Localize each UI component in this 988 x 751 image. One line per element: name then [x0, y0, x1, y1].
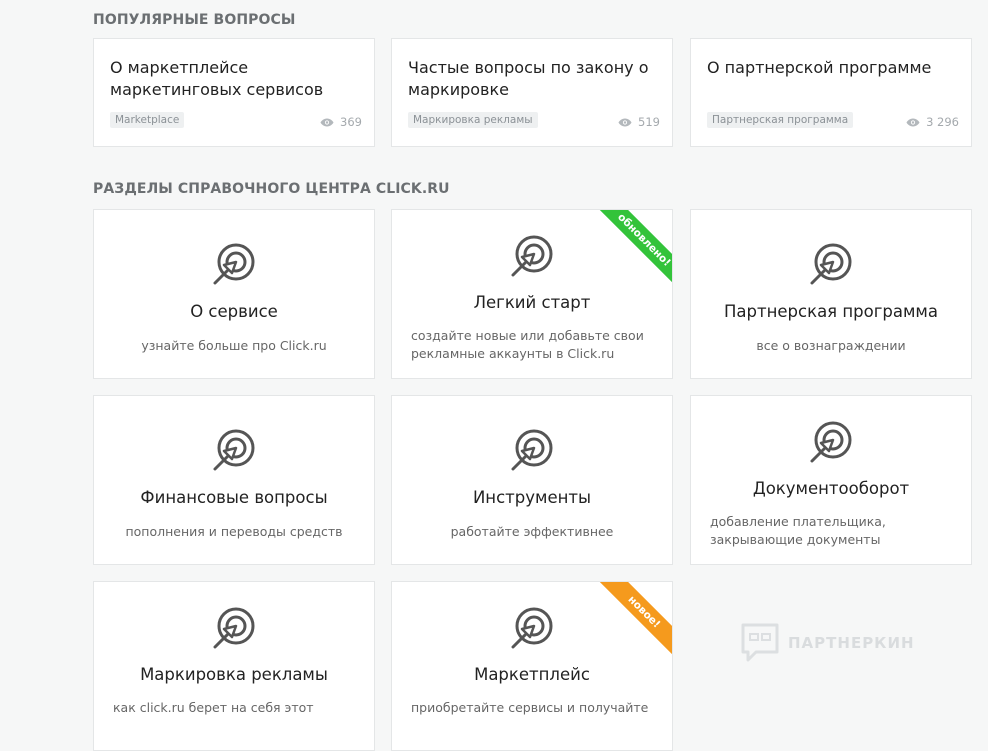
section-desc: приобретайте сервисы и получайте — [411, 700, 649, 715]
section-title: Инструменты — [472, 488, 592, 507]
target-cursor-icon — [511, 429, 553, 471]
section-desc: как click.ru берет на себя этот — [113, 700, 314, 715]
section-desc: создайте новые или добавьте свои рекламн… — [411, 328, 644, 361]
target-cursor-icon — [511, 607, 553, 649]
section-desc: работайте эффективнее — [450, 524, 614, 539]
question-tag[interactable]: Marketplace — [110, 112, 185, 128]
view-count-value: 369 — [340, 115, 362, 129]
sections-heading: РАЗДЕЛЫ СПРАВОЧНОГО ЦЕНТРА CLICK.RU — [93, 181, 450, 197]
target-cursor-icon — [810, 421, 852, 463]
target-cursor-icon — [213, 429, 255, 471]
target-cursor-icon — [213, 607, 255, 649]
new-ribbon: новое! — [594, 582, 672, 662]
section-card-marketplace[interactable]: Маркетплейс приобретайте сервисы и получ… — [391, 581, 673, 751]
section-title: Маркетплейс — [474, 665, 590, 684]
section-title: Партнерская программа — [724, 302, 938, 321]
section-title: О сервисе — [190, 302, 278, 321]
section-card-partner-program[interactable]: Партнерская программа все о вознагражден… — [690, 209, 972, 379]
target-cursor-icon — [511, 235, 553, 277]
section-title: Легкий старт — [473, 293, 591, 312]
section-card-tools[interactable]: Инструменты работайте эффективнее — [391, 395, 673, 565]
eye-icon — [320, 118, 334, 126]
section-card-documents[interactable]: Документооборот добавление плательщика, … — [690, 395, 972, 565]
question-title[interactable]: О маркетплейсе маркетинговых сервисов — [110, 57, 358, 101]
section-card-ad-marking[interactable]: Маркировка рекламы как click.ru берет на… — [93, 581, 375, 751]
view-count: 519 — [618, 115, 660, 129]
section-desc: узнайте больше про Click.ru — [141, 338, 327, 353]
question-tag[interactable]: Партнерская программа — [707, 112, 854, 128]
section-desc: добавление плательщика, закрывающие доку… — [710, 514, 886, 547]
section-title: Финансовые вопросы — [140, 488, 328, 507]
popular-question-card[interactable]: Частые вопросы по закону о маркировке Ма… — [391, 38, 673, 147]
view-count: 369 — [320, 115, 362, 129]
popular-questions-heading: ПОПУЛЯРНЫЕ ВОПРОСЫ — [93, 12, 296, 28]
view-count-value: 519 — [638, 115, 660, 129]
popular-question-card[interactable]: О партнерской программе Партнерская прог… — [690, 38, 972, 147]
section-desc: пополнения и переводы средств — [125, 524, 343, 539]
watermark-text: ПАРТНЕРКИН — [788, 634, 915, 652]
question-tag[interactable]: Маркировка рекламы — [408, 112, 538, 128]
target-cursor-icon — [213, 243, 255, 285]
question-title[interactable]: О партнерской программе — [707, 57, 955, 79]
popular-question-card[interactable]: О маркетплейсе маркетинговых сервисов Ma… — [93, 38, 375, 147]
section-desc: все о вознаграждении — [756, 338, 906, 353]
view-count-value: 3 296 — [926, 115, 959, 129]
section-card-easy-start[interactable]: Легкий старт создайте новые или добавьте… — [391, 209, 673, 379]
ribbon: обновлено! — [592, 210, 672, 290]
question-title[interactable]: Частые вопросы по закону о маркировке — [408, 57, 656, 101]
section-title: Документооборот — [752, 479, 910, 498]
section-card-about[interactable]: О сервисе узнайте больше про Click.ru — [93, 209, 375, 379]
watermark: ПАРТНЕРКИН — [740, 622, 915, 664]
eye-icon — [906, 118, 920, 126]
ribbon: новое! — [592, 582, 672, 662]
target-cursor-icon — [810, 243, 852, 285]
eye-icon — [618, 118, 632, 126]
section-card-finance[interactable]: Финансовые вопросы пополнения и переводы… — [93, 395, 375, 565]
section-title: Маркировка рекламы — [140, 665, 328, 684]
updated-ribbon: обновлено! — [594, 210, 672, 290]
speech-bubble-logo-icon — [741, 623, 779, 662]
view-count: 3 296 — [906, 115, 959, 129]
